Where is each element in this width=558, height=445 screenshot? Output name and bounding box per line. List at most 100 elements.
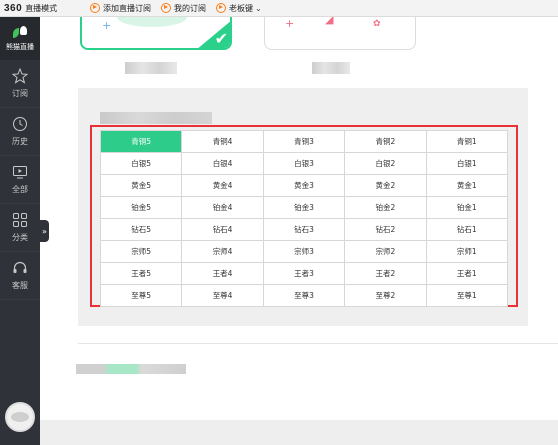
- card-illustration: [117, 17, 187, 27]
- avatar-image: [11, 412, 29, 422]
- rank-cell[interactable]: 至尊5: [99, 284, 183, 307]
- rank-cell[interactable]: 黄金3: [262, 174, 346, 197]
- rank-cell[interactable]: 铂金3: [262, 196, 346, 219]
- footer-text-redacted: [76, 364, 186, 374]
- my-subscriptions-button[interactable]: 我的订阅: [161, 3, 206, 14]
- rank-cell[interactable]: 宗师4: [181, 240, 264, 263]
- rank-table: 青铜5 青铜4 青铜3 青铜2 青铜1 白银5 白银4 白银3 白银2 白银1 黄金5 黄金4 黄金3 黄…: [99, 130, 509, 307]
- boss-key-button[interactable]: 老板键 ⌄: [216, 3, 262, 14]
- brand-number: 360: [4, 2, 23, 14]
- rank-panel: 青铜5 青铜4 青铜3 青铜2 青铜1 白银5 白银4 白银3 白银2 白银1 黄金5 黄金4 黄金3 黄…: [78, 88, 528, 326]
- rank-cell[interactable]: 青铜3: [262, 130, 346, 153]
- star-icon: [12, 68, 28, 84]
- double-chevron-right-icon: »: [42, 226, 47, 236]
- rank-cell[interactable]: 王者1: [425, 262, 509, 285]
- add-subscription-button[interactable]: 添加直播订阅: [90, 3, 151, 14]
- rank-cell[interactable]: 钻石2: [344, 218, 427, 241]
- sidebar-item-support[interactable]: 客服: [0, 252, 40, 300]
- rank-cell[interactable]: 王者3: [262, 262, 346, 285]
- sidebar-expand-button[interactable]: »: [40, 220, 49, 242]
- rank-cell[interactable]: 宗师3: [262, 240, 346, 263]
- rank-cell[interactable]: 铂金4: [181, 196, 264, 219]
- sidebar-item-subscriptions[interactable]: 订阅: [0, 60, 40, 108]
- rank-cell[interactable]: 钻石1: [425, 218, 509, 241]
- rank-cell[interactable]: 至尊2: [344, 284, 427, 307]
- rank-cell[interactable]: 青铜1: [425, 130, 509, 153]
- clock-icon: [12, 116, 28, 132]
- decoration-icon: ✿: [373, 19, 381, 29]
- sidebar-item-categories[interactable]: 分类: [0, 204, 40, 252]
- rank-cell[interactable]: 白银5: [99, 152, 183, 175]
- rank-cell[interactable]: 至尊1: [425, 284, 509, 307]
- sidebar-item-label: 分类: [12, 233, 28, 242]
- logo-text: 熊猫直播: [6, 42, 34, 51]
- rank-cell[interactable]: 青铜5: [99, 130, 183, 153]
- check-icon: ✔: [214, 29, 228, 48]
- bottom-strip: [40, 420, 558, 445]
- play-circle-icon: [161, 3, 171, 13]
- rank-cell[interactable]: 黄金4: [181, 174, 264, 197]
- decoration-icon: ◢: [325, 17, 334, 26]
- rank-cell[interactable]: 黄金2: [344, 174, 427, 197]
- play-circle-icon: [216, 3, 226, 13]
- brand-label: 直播模式: [25, 3, 58, 13]
- card-label-redacted: [312, 62, 350, 74]
- rank-cell[interactable]: 钻石3: [262, 218, 346, 241]
- play-circle-icon: [90, 3, 100, 13]
- sidebar-item-history[interactable]: 历史: [0, 108, 40, 156]
- table-row: 黄金5 黄金4 黄金3 黄金2 黄金1: [99, 174, 509, 197]
- plus-icon: +: [102, 19, 112, 32]
- rank-cell[interactable]: 白银3: [262, 152, 346, 175]
- sidebar-item-all[interactable]: 全部: [0, 156, 40, 204]
- rank-cell[interactable]: 王者2: [344, 262, 427, 285]
- table-row: 铂金5 铂金4 铂金3 铂金2 铂金1: [99, 196, 509, 219]
- rank-cell[interactable]: 宗师5: [99, 240, 183, 263]
- panda-logo-icon: [9, 25, 31, 40]
- rank-cell[interactable]: 钻石4: [181, 218, 264, 241]
- chevron-down-icon[interactable]: ⌄: [255, 4, 262, 13]
- headset-icon: [12, 260, 28, 276]
- rank-cell[interactable]: 铂金1: [425, 196, 509, 219]
- brand: 360 直播模式: [0, 3, 90, 14]
- avatar[interactable]: [5, 402, 35, 432]
- sidebar-item-label: 客服: [12, 281, 28, 290]
- rank-cell[interactable]: 白银2: [344, 152, 427, 175]
- rank-cell[interactable]: 青铜2: [344, 130, 427, 153]
- table-row: 王者5 王者4 王者3 王者2 王者1: [99, 262, 509, 285]
- rank-cell[interactable]: 宗师1: [425, 240, 509, 263]
- rank-cell[interactable]: 至尊3: [262, 284, 346, 307]
- rank-table-highlight: 青铜5 青铜4 青铜3 青铜2 青铜1 白银5 白银4 白银3 白银2 白银1 黄金5 黄金4 黄金3 黄…: [90, 125, 518, 307]
- table-row: 宗师5 宗师4 宗师3 宗师2 宗师1: [99, 240, 509, 263]
- divider: [78, 343, 558, 344]
- rank-cell[interactable]: 黄金5: [99, 174, 183, 197]
- card-label-redacted: [125, 62, 177, 74]
- table-row: 钻石5 钻石4 钻石3 钻石2 钻石1: [99, 218, 509, 241]
- tv-icon: [12, 164, 28, 180]
- sidebar-item-label: 订阅: [12, 89, 28, 98]
- panel-title-redacted: [100, 112, 212, 124]
- table-row: 青铜5 青铜4 青铜3 青铜2 青铜1: [99, 130, 509, 153]
- table-row: 至尊5 至尊4 至尊3 至尊2 至尊1: [99, 284, 509, 307]
- rank-cell[interactable]: 王者4: [181, 262, 264, 285]
- sidebar-item-label: 历史: [12, 137, 28, 146]
- rank-cell[interactable]: 宗师2: [344, 240, 427, 263]
- rank-cell[interactable]: 黄金1: [425, 174, 509, 197]
- rank-cell[interactable]: 钻石5: [99, 218, 183, 241]
- top-bar: 360 直播模式 添加直播订阅 我的订阅 老板键 ⌄: [0, 0, 558, 17]
- rank-cell[interactable]: 铂金2: [344, 196, 427, 219]
- boss-key-label: 老板键: [229, 3, 253, 13]
- add-subscription-label: 添加直播订阅: [103, 3, 151, 13]
- rank-cell[interactable]: 白银1: [425, 152, 509, 175]
- rank-cell[interactable]: 至尊4: [181, 284, 264, 307]
- decoration-icon: +: [285, 17, 295, 30]
- option-card[interactable]: + ◢ ✿: [264, 17, 416, 50]
- rank-cell[interactable]: 铂金5: [99, 196, 183, 219]
- panda-logo[interactable]: 熊猫直播: [0, 17, 40, 60]
- table-row: 白银5 白银4 白银3 白银2 白银1: [99, 152, 509, 175]
- rank-cell[interactable]: 青铜4: [181, 130, 264, 153]
- grid-icon: [12, 212, 28, 228]
- option-card-selected[interactable]: + ✔: [80, 17, 232, 50]
- rank-cell[interactable]: 白银4: [181, 152, 264, 175]
- my-subscriptions-label: 我的订阅: [174, 3, 206, 13]
- rank-cell[interactable]: 王者5: [99, 262, 183, 285]
